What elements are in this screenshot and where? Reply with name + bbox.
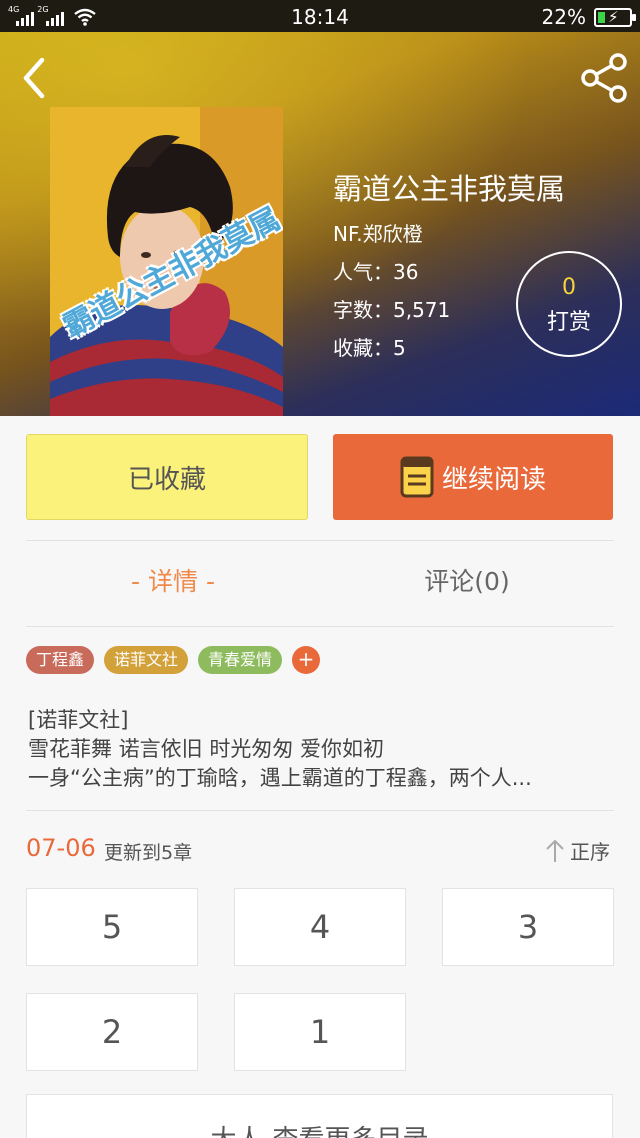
battery-fill (598, 11, 605, 23)
sort-order-button[interactable]: 正序 (544, 836, 610, 865)
more-chapters-button[interactable]: 大人 查看更多目录 (26, 1094, 613, 1138)
book-popularity: 人气：36 (333, 260, 419, 284)
more-prefix: 大人 (210, 1119, 262, 1138)
more-chapters-label: 查看更多目录 (273, 1119, 429, 1138)
share-icon[interactable] (578, 52, 630, 104)
book-title: 霸道公主非我莫属 (333, 172, 566, 206)
chapter-button[interactable]: 2 (26, 993, 198, 1071)
tag-item[interactable]: 青春爱情 (198, 646, 283, 674)
chapter-button[interactable]: 5 (26, 888, 198, 966)
collected-button[interactable]: 已收藏 (26, 434, 308, 520)
book-description[interactable]: [诺菲文社] 雪花菲舞 诺言依旧 时光匆匆 爱你如初 一身“公主病”的丁瑜晗，遇… (28, 706, 614, 793)
chapter-button[interactable]: 1 (234, 993, 406, 1071)
continue-reading-button[interactable]: 继续阅读 (333, 434, 613, 520)
book-cover[interactable]: 霸道公主非我莫属 (50, 107, 283, 416)
tab-detail[interactable]: - 详情 - (26, 562, 320, 598)
tab-comment[interactable]: 评论(0) (320, 562, 614, 598)
update-date: 07-06 (26, 834, 96, 862)
book-favorites: 收藏：5 (333, 336, 406, 360)
book-word-count: 字数：5,571 (333, 298, 451, 322)
tag-list: 丁程鑫 诺菲文社 青春爱情 + (26, 646, 321, 674)
chapter-button[interactable]: 4 (234, 888, 406, 966)
battery-percent: 22% (541, 5, 586, 29)
update-text: 更新到5章 (104, 842, 193, 864)
tag-item[interactable]: 诺菲文社 (104, 646, 189, 674)
collected-label: 已收藏 (127, 464, 206, 495)
continue-reading-label: 继续阅读 (441, 464, 546, 495)
divider (26, 626, 614, 627)
arrow-up-icon (546, 839, 564, 862)
book-icon (400, 456, 434, 498)
book-author[interactable]: NF.郑欣橙 (333, 218, 423, 247)
reward-button[interactable]: 0 打赏 (516, 251, 622, 357)
chapter-button[interactable]: 3 (442, 888, 614, 966)
divider (26, 540, 614, 541)
reward-label: 打赏 (546, 310, 591, 335)
status-bar: 4G 2G 18:14 22% ⚡ (0, 0, 640, 32)
tag-item[interactable]: 丁程鑫 (26, 646, 95, 674)
divider (26, 810, 614, 811)
charging-icon: ⚡ (608, 7, 619, 26)
book-header: 霸道公主非我莫属 霸道公主非我莫属 NF.郑欣橙 人气：36 字数：5,571 … (0, 32, 640, 416)
description-line: 一身“公主病”的丁瑜晗，遇上霸道的丁程鑫，两个人... (28, 766, 532, 790)
sort-order-label: 正序 (570, 840, 610, 864)
description-line: [诺菲文社] (28, 708, 129, 732)
battery-icon: ⚡ (594, 7, 636, 27)
description-line: 雪花菲舞 诺言依旧 时光匆匆 爱你如初 (28, 737, 385, 761)
reward-count: 0 (562, 275, 576, 300)
chevron-left-icon[interactable] (16, 54, 52, 102)
add-tag-button[interactable]: + (292, 646, 321, 674)
battery-status: 22% ⚡ (541, 5, 636, 29)
